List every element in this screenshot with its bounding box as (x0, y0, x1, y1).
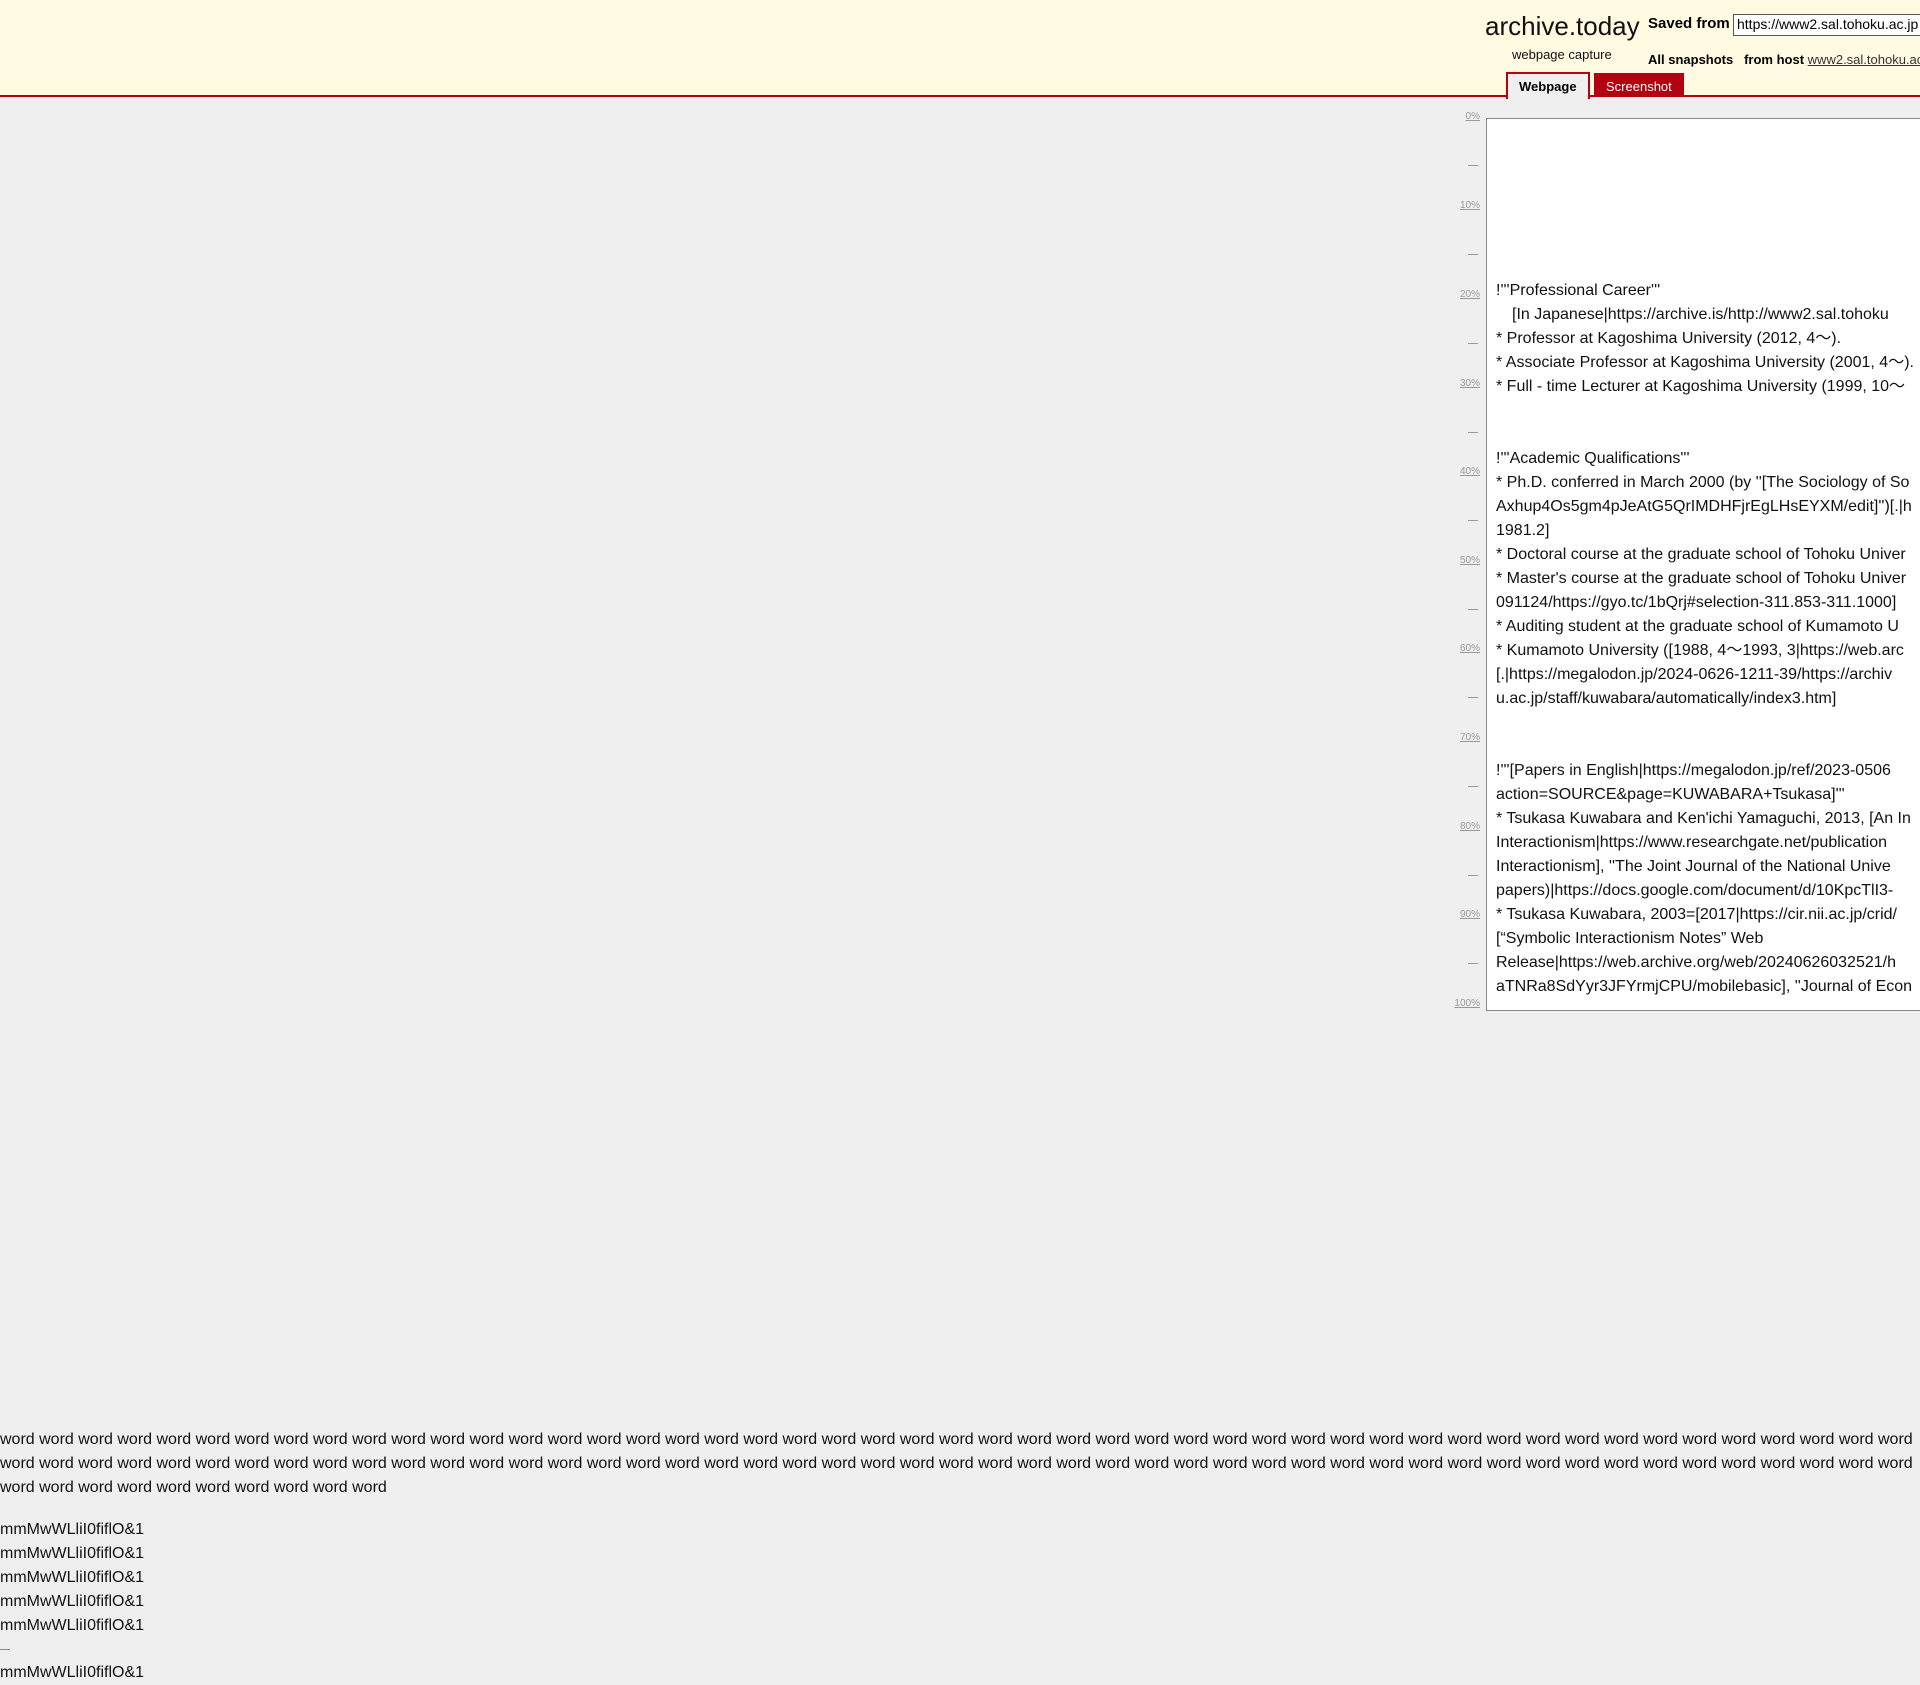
ruler-mark[interactable]: 20% (1460, 289, 1480, 300)
capture-line: !'''Academic Qualifications''' (1496, 450, 1690, 467)
ruler-tick (1468, 786, 1478, 787)
archive-logo-subtitle: webpage capture (1512, 47, 1612, 62)
archive-header: archive.today webpage capture Saved from… (0, 0, 1920, 99)
capture-line: Release|https://web.archive.org/web/2024… (1496, 954, 1896, 971)
capture-line: action=SOURCE&page=KUWABARA+Tsukasa]''' (1496, 786, 1845, 803)
separator (0, 1649, 10, 1650)
capture-line: [In Japanese|https://archive.is/http://w… (1512, 306, 1889, 323)
capture-line: * Auditing student at the graduate schoo… (1496, 618, 1899, 635)
font-sample-line: mmMwWLliI0fiflO&1 (0, 1617, 145, 1634)
ruler-mark[interactable]: 100% (1454, 998, 1480, 1009)
capture-line: !'''Professional Career''' (1496, 282, 1661, 299)
capture-line: u.ac.jp/staff/kuwabara/automatically/ind… (1496, 690, 1837, 707)
ruler-mark[interactable]: 50% (1460, 555, 1480, 566)
host-link[interactable]: www2.sal.tohoku.ac.jp (1808, 52, 1920, 67)
ruler-mark[interactable]: 40% (1460, 466, 1480, 477)
ruler-tick (1468, 963, 1478, 964)
ruler-mark[interactable]: 10% (1460, 200, 1480, 211)
snapshots-row: All snapshots from host www2.sal.tohoku.… (1648, 52, 1920, 67)
word-line: word word word word word word word word … (0, 1431, 1913, 1448)
ruler-mark[interactable]: 70% (1460, 732, 1480, 743)
from-host-label: from host (1744, 52, 1805, 67)
capture-line: aTNRa8SdYyr3JFYrmjCPU/mobilebasic], ''Jo… (1496, 978, 1913, 995)
font-sample-line: mmMwWLliI0fiflO&1 (0, 1545, 145, 1562)
saved-from-url-field[interactable]: https://www2.sal.tohoku.ac.jp (1733, 14, 1920, 36)
capture-line: * Professor at Kagoshima University (201… (1496, 330, 1842, 347)
font-sample-block: mmMwWLliI0fiflO&1 mmMwWLliI0fiflO&1 mmMw… (0, 1518, 144, 1685)
capture-line: papers)|https://docs.google.com/document… (1496, 882, 1894, 899)
all-snapshots-link[interactable]: All snapshots (1648, 52, 1733, 67)
ruler-tick (1468, 520, 1478, 521)
ruler-tick (1468, 432, 1478, 433)
ruler-tick (1468, 254, 1478, 255)
font-sample-line: mmMwWLliI0fiflO&1 (0, 1664, 145, 1681)
tab-webpage[interactable]: Webpage (1506, 72, 1590, 99)
ruler-tick (1468, 697, 1478, 698)
ruler-tick (1468, 165, 1478, 166)
capture-line: * Associate Professor at Kagoshima Unive… (1496, 354, 1914, 371)
ruler-mark[interactable]: 30% (1460, 378, 1480, 389)
capture-line: * Tsukasa Kuwabara and Ken'ichi Yamaguch… (1496, 810, 1911, 827)
word-line: word word word word word word word word … (0, 1479, 387, 1496)
capture-line: * Ph.D. conferred in March 2000 (by ''[T… (1496, 474, 1910, 491)
word-line: word word word word word word word word … (0, 1455, 1913, 1472)
archive-logo-title[interactable]: archive.today (1485, 11, 1640, 42)
word-fill-text: word word word word word word word word … (0, 1428, 1920, 1500)
ruler-mark[interactable]: 90% (1460, 909, 1480, 920)
ruler-mark[interactable]: 0% (1466, 111, 1480, 122)
capture-line: * Doctoral course at the graduate school… (1496, 546, 1906, 563)
capture-line: [.|https://megalodon.jp/2024-0626-1211-3… (1496, 666, 1893, 683)
capture-line: Interactionism|https://www.researchgate.… (1496, 834, 1888, 851)
ruler-tick (1468, 343, 1478, 344)
capture-line: * Kumamoto University ([1988, 4〜1993, 3|… (1496, 642, 1904, 659)
capture-line: Axhup4Os5gm4pJeAtG5QrIMDHFjrEgLHsEYXM/ed… (1496, 498, 1912, 515)
capture-line: [“Symbolic Interactionism Notes” Web (1496, 930, 1764, 947)
font-sample-line: mmMwWLliI0fiflO&1 (0, 1521, 145, 1538)
ruler-mark[interactable]: 60% (1460, 643, 1480, 654)
capture-line: * Master's course at the graduate school… (1496, 570, 1907, 587)
ruler-mark[interactable]: 80% (1460, 821, 1480, 832)
font-sample-line: mmMwWLliI0fiflO&1 (0, 1569, 145, 1586)
capture-line: !'''[Papers in English|https://megalodon… (1496, 762, 1891, 779)
capture-line: 1981.2] (1496, 522, 1550, 539)
capture-line: * Tsukasa Kuwabara, 2003=[2017|https://c… (1496, 906, 1897, 923)
capture-line: Interactionism], ''The Joint Journal of … (1496, 858, 1891, 875)
scroll-ruler: 0% 10% 20% 30% 40% 50% 60% 70% 80% 90% 1… (1440, 100, 1480, 1020)
tab-screenshot[interactable]: Screenshot (1594, 73, 1684, 97)
saved-from-label: Saved from (1648, 15, 1730, 32)
ruler-tick (1468, 609, 1478, 610)
ruler-tick (1468, 875, 1478, 876)
capture-line: 091124/https://gyo.tc/1bQrj#selection-31… (1496, 594, 1897, 611)
font-sample-line: mmMwWLliI0fiflO&1 (0, 1593, 145, 1610)
capture-line: * Full - time Lecturer at Kagoshima Univ… (1496, 378, 1906, 395)
captured-webpage-frame[interactable]: !'''Professional Career''' [In Japanese|… (1486, 118, 1920, 1011)
